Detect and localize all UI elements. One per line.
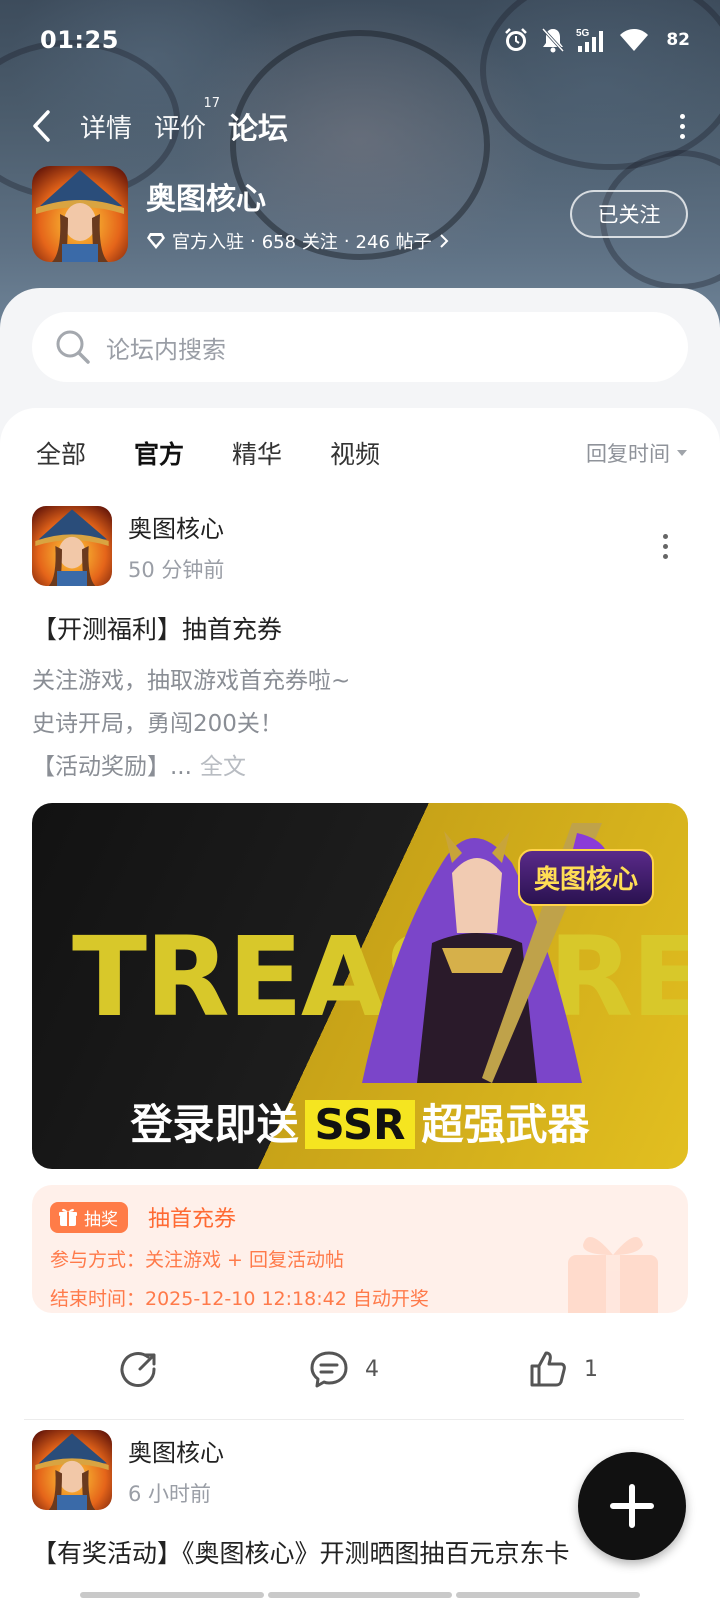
author-name[interactable]: 奥图核心 [128, 509, 224, 544]
tab-reviews[interactable]: 评价 17 [154, 96, 220, 145]
post-card[interactable]: 奥图核心 50 分钟前 【开测福利】抽首充券 关注游戏，抽取游戏首充券啦~ 史诗… [24, 506, 688, 1420]
post-banner-image[interactable]: TREASURE 奥图核心 登录即送 SSR 超强武器 [32, 803, 688, 1169]
followers-count: 658 关注 [261, 232, 338, 253]
comment-icon [310, 1351, 348, 1388]
avatar[interactable] [32, 1430, 112, 1510]
create-post-button[interactable] [574, 1448, 690, 1564]
reviews-count-badge: 17 [203, 95, 221, 111]
sort-label: 回复时间 [586, 442, 670, 466]
follow-button[interactable]: 已关注 [570, 190, 688, 238]
meta-separator: · [250, 230, 256, 252]
app-name: 奥图核心 [146, 182, 266, 217]
caret-down-icon [677, 450, 687, 456]
share-icon [120, 1352, 156, 1387]
diamond-icon [147, 233, 165, 249]
forum-sheet: 论坛内搜索 全部 官方 精华 视频 回复时间 奥图核心 50 分钟前 【开测福利… [0, 288, 720, 1600]
header-background: 01:25 5G 82 详情 评价 17 论坛 奥图核心 官方入驻 · 658 … [0, 0, 720, 330]
post-title[interactable]: 【开测福利】抽首充券 [32, 610, 688, 646]
post-time: 6 小时前 [128, 1481, 212, 1506]
avatar-art [32, 1430, 112, 1510]
filter-tabs: 全部 官方 精华 视频 回复时间 [36, 428, 688, 478]
verified-label: 官方入驻 [172, 232, 244, 253]
post-time: 50 分钟前 [128, 557, 225, 582]
banner-caption-post: 超强武器 [421, 1100, 590, 1149]
banner-brand-logo: 奥图核心 [517, 849, 654, 906]
read-more-link[interactable]: 全文 [200, 754, 246, 780]
lottery-tag: 抽奖 [50, 1201, 128, 1233]
plus-icon [610, 1484, 654, 1528]
like-button[interactable]: 1 [528, 1349, 598, 1389]
filter-video[interactable]: 视频 [330, 435, 380, 471]
gift-watermark-icon [568, 1237, 658, 1313]
thumbs-up-icon [530, 1351, 566, 1387]
post-body-line: 史诗开局，勇闯200关！ [32, 711, 283, 737]
chevron-left-icon [33, 110, 50, 142]
gesture-bar [80, 1592, 640, 1598]
share-button[interactable] [120, 1349, 160, 1389]
tab-details[interactable]: 详情 [80, 108, 132, 145]
avatar-art [32, 506, 112, 586]
more-menu-button[interactable] [674, 113, 690, 139]
post-author-row: 奥图核心 50 分钟前 [32, 506, 688, 586]
post-feed: 全部 官方 精华 视频 回复时间 奥图核心 50 分钟前 【开测福利】抽首充券 … [0, 408, 720, 1600]
post-body[interactable]: 关注游戏，抽取游戏首充券啦~ 史诗开局，勇闯200关！ 【活动奖励】... 全文 [32, 660, 688, 789]
top-navigation: 详情 评价 17 论坛 [30, 96, 690, 154]
status-bar: 01:25 5G 82 [40, 24, 690, 56]
post-divider [24, 1419, 684, 1420]
avatar[interactable] [32, 506, 112, 586]
post-more-button[interactable] [663, 533, 668, 559]
search-placeholder: 论坛内搜索 [106, 335, 226, 364]
comment-button[interactable]: 4 [309, 1349, 379, 1389]
lottery-card[interactable]: 抽奖 抽首充券 参与方式：关注游戏 + 回复活动帖 结束时间：2025-12-1… [32, 1185, 688, 1313]
app-info: 奥图核心 官方入驻 · 658 关注 · 246 帖子 已关注 [32, 166, 688, 262]
gift-icon [59, 1208, 77, 1226]
mute-bell-icon [542, 27, 565, 53]
filter-all[interactable]: 全部 [36, 435, 86, 471]
sort-dropdown[interactable]: 回复时间 [586, 438, 688, 468]
banner-caption-pre: 登录即送 [130, 1100, 299, 1149]
posts-count: 246 帖子 [355, 232, 432, 253]
filter-featured[interactable]: 精华 [232, 435, 282, 471]
like-count: 1 [584, 1356, 598, 1382]
back-button[interactable] [30, 106, 62, 146]
banner-caption: 登录即送 SSR 超强武器 [32, 1091, 688, 1152]
chevron-right-icon [439, 234, 449, 248]
search-input[interactable]: 论坛内搜索 [32, 312, 688, 382]
lottery-tag-label: 抽奖 [84, 1209, 118, 1230]
tab-forum[interactable]: 论坛 [226, 104, 291, 152]
lottery-title: 抽首充券 [148, 1207, 237, 1232]
wifi-icon [620, 29, 649, 51]
signal-5g-icon: 5G [576, 28, 604, 52]
comment-count: 4 [365, 1356, 379, 1382]
network-label: 5G [576, 28, 590, 39]
meta-separator: · [343, 230, 350, 252]
status-time: 01:25 [40, 26, 119, 54]
filter-official[interactable]: 官方 [134, 435, 184, 475]
banner-caption-ssr: SSR [304, 1100, 416, 1149]
app-icon[interactable] [32, 166, 128, 262]
author-name[interactable]: 奥图核心 [128, 1433, 224, 1468]
battery-level: 82 [666, 30, 690, 50]
tab-reviews-label: 评价 [154, 113, 207, 144]
app-icon-art [32, 166, 128, 262]
post-body-line: 关注游戏，抽取游戏首充券啦~ [32, 668, 351, 694]
post-body-line: 【活动奖励】... [32, 754, 192, 780]
post-actions: 4 1 [32, 1339, 688, 1399]
search-icon [56, 330, 90, 364]
app-meta[interactable]: 官方入驻 · 658 关注 · 246 帖子 [146, 228, 450, 254]
alarm-icon [505, 28, 528, 51]
